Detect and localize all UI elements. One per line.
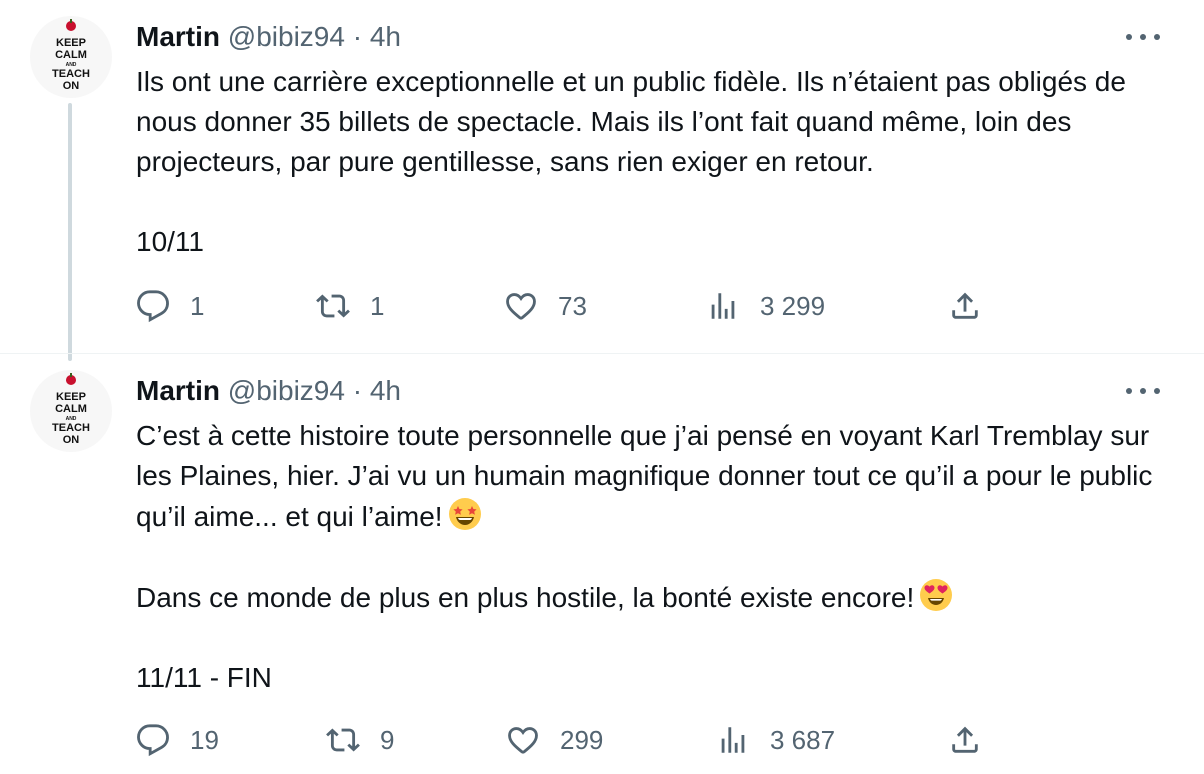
avatar-text-calm: CALM bbox=[55, 403, 87, 415]
tweet-paragraph: Ils ont une carrière exceptionnelle et u… bbox=[136, 66, 1126, 177]
avatar-text-keep: KEEP bbox=[56, 391, 86, 403]
retweet-count: 1 bbox=[370, 290, 385, 321]
separator-dot: · bbox=[352, 21, 363, 52]
heart-icon bbox=[508, 727, 538, 754]
thread-counter: 10/11 bbox=[136, 226, 204, 257]
star-struck-emoji bbox=[448, 498, 481, 530]
avatar[interactable]: KEEP CALM AND TEACH ON bbox=[30, 16, 112, 98]
reply-count: 19 bbox=[190, 724, 219, 755]
retweet-count: 9 bbox=[380, 724, 395, 755]
views-icon bbox=[721, 727, 745, 753]
avatar-text-on: ON bbox=[63, 434, 80, 446]
tweet-text: C’est à cette histoire toute personnelle… bbox=[136, 416, 1176, 698]
like-count: 73 bbox=[558, 290, 587, 321]
views-button[interactable]: 3 687 bbox=[716, 720, 835, 760]
action-bar: 1 1 73 3 299 bbox=[136, 286, 996, 326]
display-name[interactable]: Martin bbox=[136, 375, 220, 406]
avatar-text-keep: KEEP bbox=[56, 37, 86, 49]
heart-icon bbox=[506, 293, 536, 320]
reply-icon bbox=[137, 724, 169, 757]
user-handle[interactable]: @bibiz94 bbox=[228, 21, 345, 52]
views-count: 3 687 bbox=[770, 724, 836, 755]
tweet-header: Martin @bibiz94 · 4h bbox=[136, 20, 401, 54]
like-count: 299 bbox=[560, 724, 604, 755]
reply-button[interactable]: 1 bbox=[136, 286, 204, 326]
avatar-text-on: ON bbox=[63, 80, 80, 92]
reply-count: 1 bbox=[190, 290, 205, 321]
tweet-paragraph: Dans ce monde de plus en plus hostile, l… bbox=[136, 577, 1176, 618]
timestamp[interactable]: 4h bbox=[370, 375, 401, 406]
share-button[interactable] bbox=[948, 720, 982, 760]
tweet-paragraph: C’est à cette histoire toute personnelle… bbox=[136, 420, 1153, 532]
avatar-text-teach: TEACH bbox=[52, 422, 90, 434]
reply-button[interactable]: 19 bbox=[136, 720, 219, 760]
action-bar: 19 9 299 3 687 bbox=[136, 720, 996, 760]
reply-icon bbox=[137, 290, 169, 323]
tweet[interactable]: KEEP CALM AND TEACH ON Martin @bibiz94 ·… bbox=[0, 354, 1204, 774]
display-name[interactable]: Martin bbox=[136, 21, 220, 52]
user-handle[interactable]: @bibiz94 bbox=[228, 375, 345, 406]
retweet-button[interactable]: 1 bbox=[316, 286, 384, 326]
avatar-text-teach: TEACH bbox=[52, 68, 90, 80]
separator-dot: · bbox=[352, 375, 363, 406]
retweet-icon bbox=[326, 728, 360, 752]
more-options-icon[interactable] bbox=[1126, 22, 1160, 52]
like-button[interactable]: 299 bbox=[506, 720, 603, 760]
avatar[interactable]: KEEP CALM AND TEACH ON bbox=[30, 370, 112, 452]
share-icon bbox=[952, 292, 978, 319]
like-button[interactable]: 73 bbox=[504, 286, 587, 326]
thread-counter: 11/11 - FIN bbox=[136, 662, 272, 693]
share-icon bbox=[952, 726, 978, 753]
heart-eyes-emoji bbox=[920, 579, 953, 611]
views-icon bbox=[711, 293, 735, 319]
share-button[interactable] bbox=[948, 286, 982, 326]
retweet-icon bbox=[316, 294, 350, 318]
timestamp[interactable]: 4h bbox=[370, 21, 401, 52]
avatar-text-calm: CALM bbox=[55, 49, 87, 61]
retweet-button[interactable]: 9 bbox=[326, 720, 394, 760]
views-button[interactable]: 3 299 bbox=[706, 286, 825, 326]
views-count: 3 299 bbox=[760, 290, 826, 321]
thread-connector-line bbox=[68, 103, 72, 361]
more-options-icon[interactable] bbox=[1126, 376, 1160, 406]
tweet-text: Ils ont une carrière exceptionnelle et u… bbox=[136, 62, 1176, 262]
tweet[interactable]: KEEP CALM AND TEACH ON Martin @bibiz94 ·… bbox=[0, 0, 1204, 354]
tweet-header: Martin @bibiz94 · 4h bbox=[136, 374, 401, 408]
